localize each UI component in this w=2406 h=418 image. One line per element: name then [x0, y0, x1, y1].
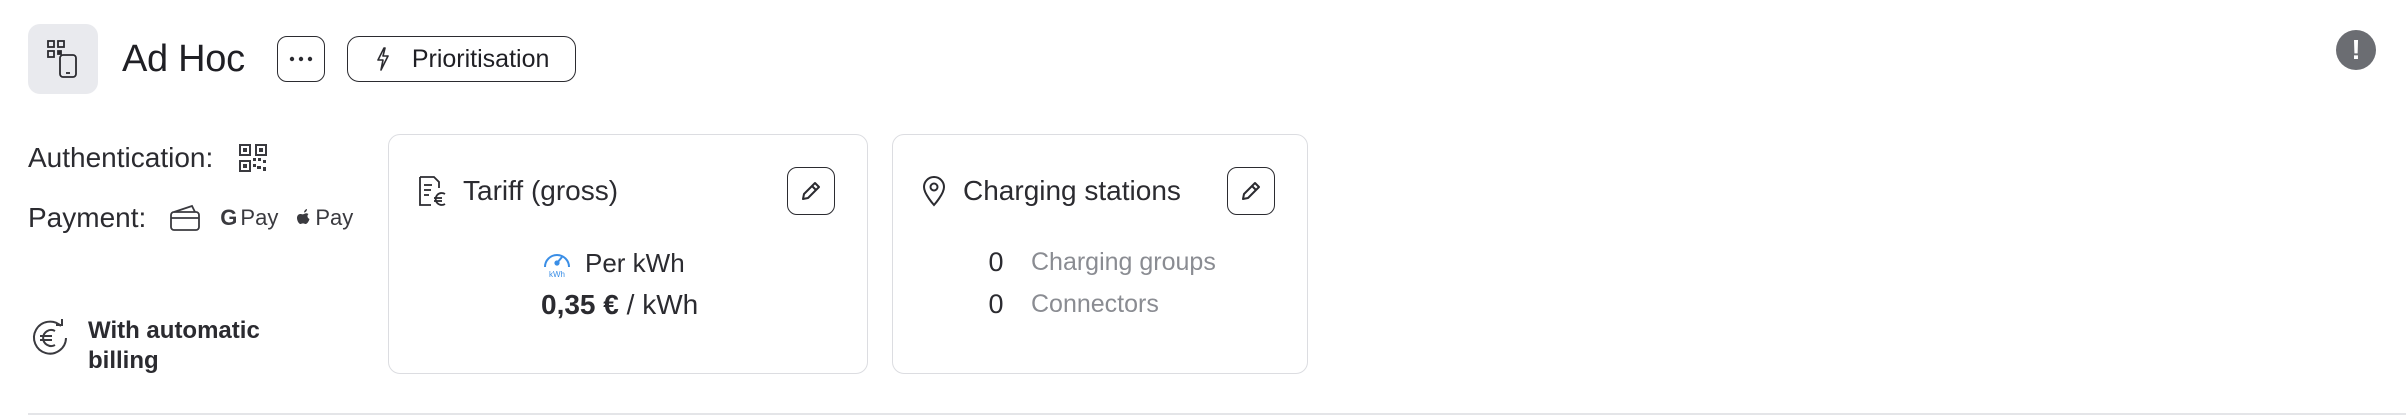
edit-tariff-button[interactable] — [787, 167, 835, 215]
charging-groups-count: 0 — [988, 247, 1004, 277]
tariff-price: 0,35 € / kWh — [541, 289, 698, 321]
svg-text:kWh: kWh — [549, 270, 565, 279]
charging-stations-card: Charging stations 0 Charging groups 0 Co… — [892, 134, 1308, 374]
google-pay: G Pay — [220, 205, 278, 231]
access-info: Authentication: Payment: G Pay Pay — [28, 138, 358, 238]
stations-card-header: Charging stations — [921, 175, 1181, 207]
charging-groups-stat: 0 Charging groups — [979, 247, 1216, 278]
tariff-type: kWh Per kWh — [541, 247, 685, 279]
automatic-billing: With automatic billing — [28, 316, 288, 376]
price-value: 0,35 € — [541, 289, 619, 320]
prioritisation-button[interactable]: Prioritisation — [346, 36, 577, 82]
lightning-icon — [377, 47, 389, 71]
charging-groups-label: Charging groups — [1031, 248, 1216, 276]
apple-icon — [297, 209, 310, 224]
qr-code-icon — [239, 144, 268, 172]
pencil-icon — [802, 182, 820, 200]
prioritisation-label: Prioritisation — [411, 44, 550, 73]
connectors-stat: 0 Connectors — [979, 289, 1159, 320]
tariff-card: Tariff (gross) kWh Per kWh 0,35 € / kWh — [388, 134, 868, 374]
section-divider — [28, 413, 2406, 415]
euro-refresh-icon — [33, 319, 67, 355]
location-pin-icon — [922, 176, 946, 207]
kwh-meter-icon: kWh — [544, 254, 570, 279]
ellipsis-icon — [289, 56, 313, 62]
connectors-label: Connectors — [1031, 290, 1159, 318]
apple-pay-label: Pay — [315, 205, 354, 230]
payment-label: Payment: — [28, 202, 147, 233]
card-payment — [168, 204, 202, 232]
tariff-card-header: Tariff (gross) — [417, 175, 618, 207]
billing-label: With automatic billing — [88, 317, 260, 374]
page-header: Ad Hoc Prioritisation — [28, 24, 577, 94]
connectors-count: 0 — [988, 289, 1004, 319]
app-tile — [28, 24, 98, 94]
wallet-icon — [170, 204, 201, 231]
edit-stations-button[interactable] — [1227, 167, 1275, 215]
stations-card-title: Charging stations — [963, 175, 1181, 206]
more-options-button[interactable] — [276, 36, 325, 82]
google-g-icon: G — [220, 205, 238, 230]
price-unit: / kWh — [626, 289, 699, 320]
payment-row: Payment: G Pay Pay — [28, 198, 358, 238]
pencil-icon — [1242, 182, 1260, 200]
exclamation-icon[interactable]: ! — [2336, 30, 2376, 70]
apple-pay: Pay — [296, 205, 353, 231]
authentication-row: Authentication: — [28, 138, 358, 178]
tariff-card-title: Tariff (gross) — [463, 175, 619, 206]
alert-symbol: ! — [2351, 34, 2361, 65]
authentication-label: Authentication: — [28, 142, 214, 173]
page-title: Ad Hoc — [122, 37, 245, 80]
google-pay-label: Pay — [240, 205, 279, 230]
tariff-type-label: Per kWh — [585, 247, 685, 278]
qr-phone-icon — [47, 40, 77, 78]
invoice-euro-icon — [419, 176, 446, 206]
